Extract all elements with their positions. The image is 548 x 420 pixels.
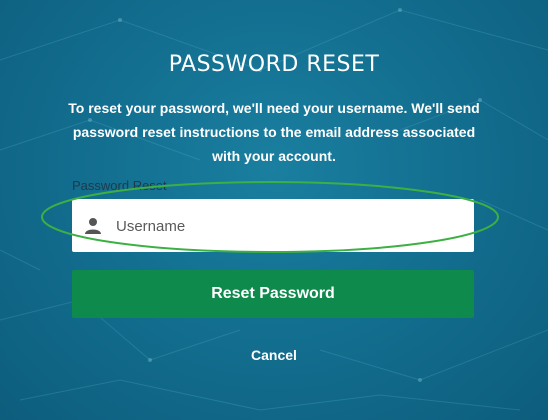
user-icon xyxy=(85,218,101,234)
page-title: PASSWORD RESET xyxy=(168,52,380,77)
username-field[interactable] xyxy=(72,199,474,254)
username-input[interactable] xyxy=(114,199,468,254)
instructions-text: To reset your password, we'll need your … xyxy=(68,100,480,164)
reset-password-button[interactable]: Reset Password xyxy=(72,270,474,318)
form-label: Password Reset xyxy=(72,178,167,193)
password-reset-panel: PASSWORD RESET To reset your password, w… xyxy=(0,0,548,420)
cancel-link[interactable]: Cancel xyxy=(0,347,548,363)
